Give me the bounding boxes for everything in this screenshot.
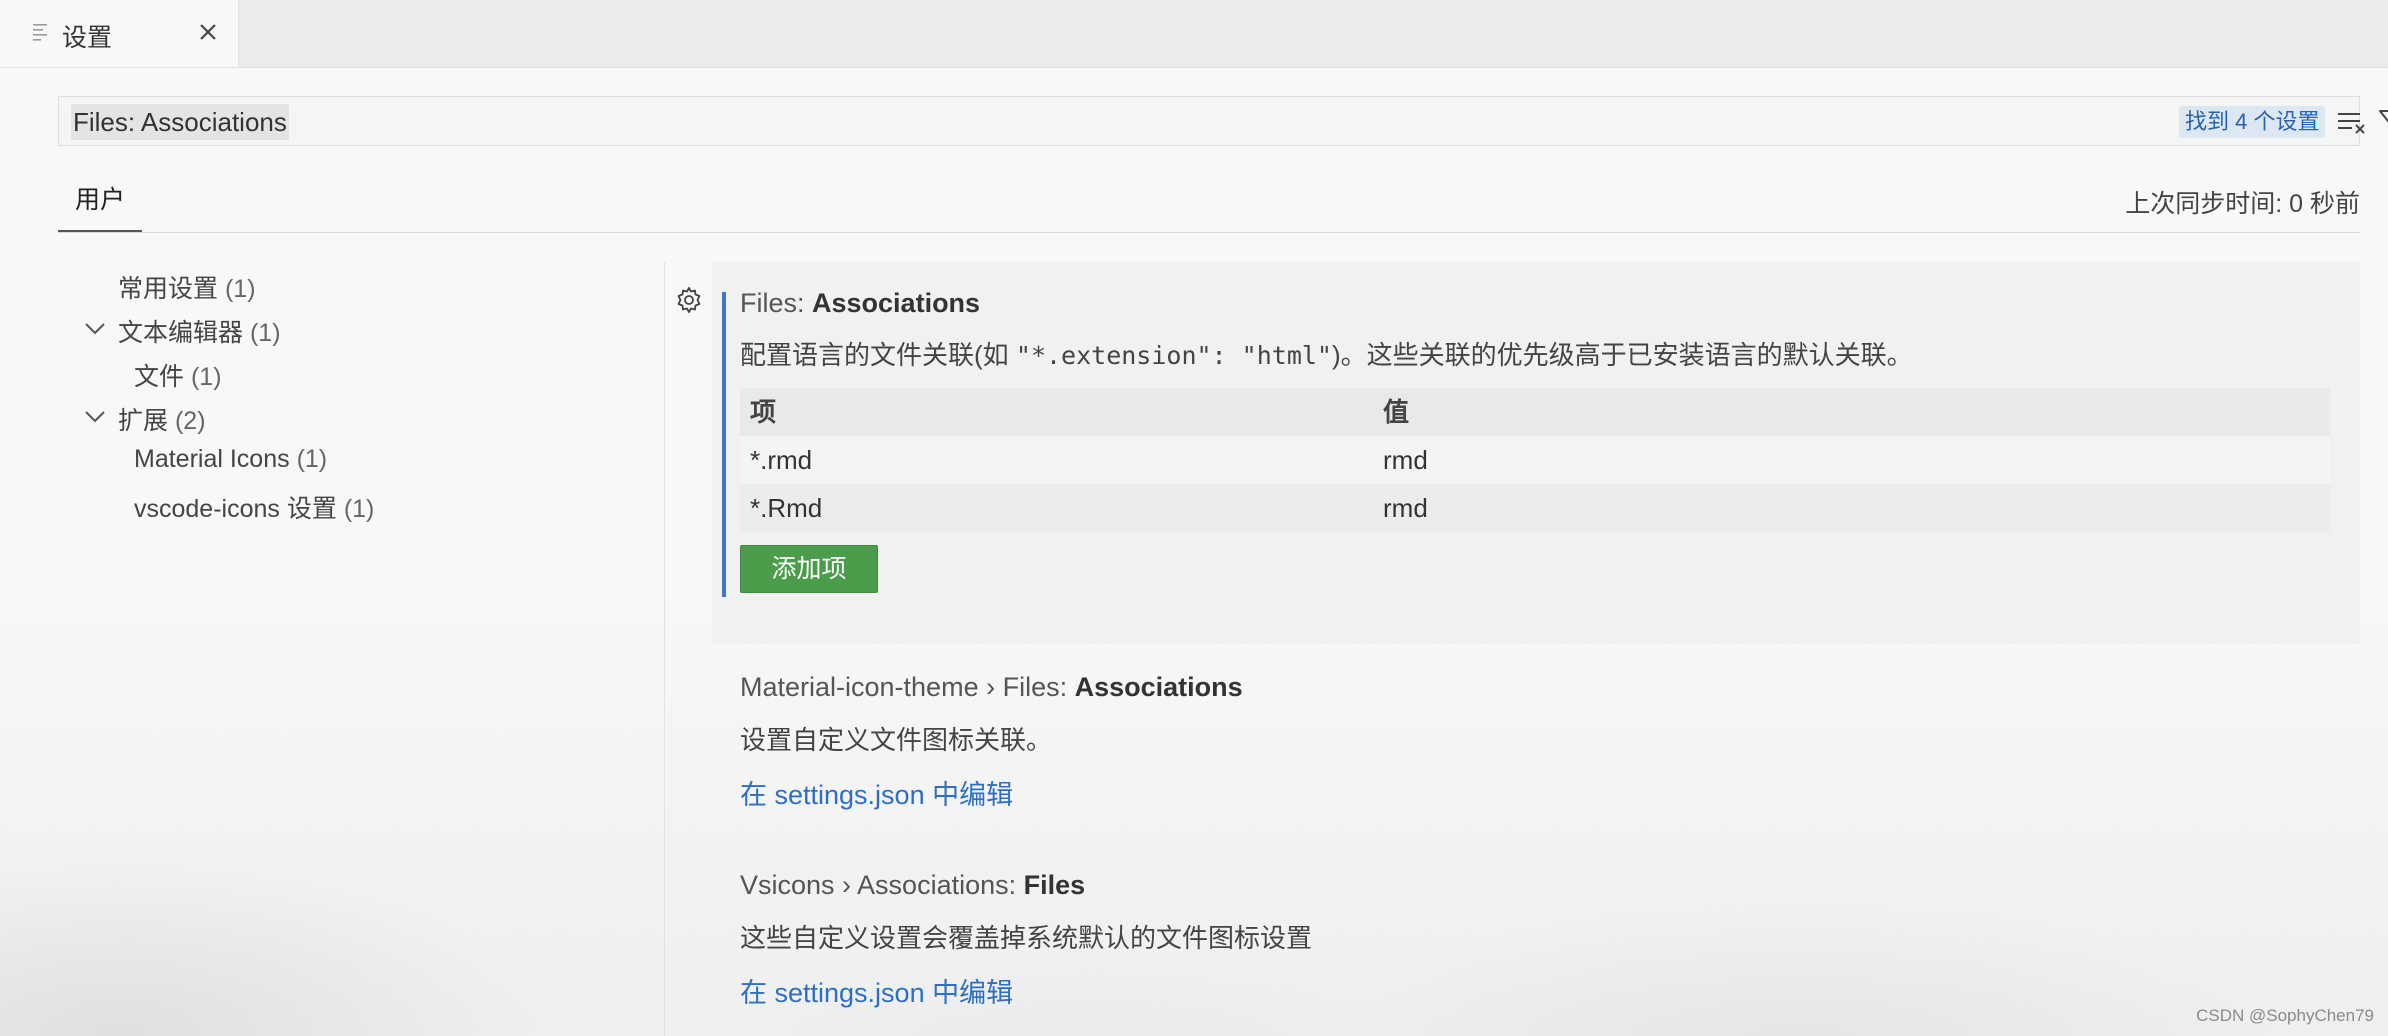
result-count-badge: 找到 4 个设置 (2179, 106, 2326, 138)
setting-description-vsicons: 这些自定义设置会覆盖掉系统默认的文件图标设置 (740, 923, 1313, 953)
edit-in-settings-json-link[interactable]: 在 settings.json 中编辑 (740, 971, 1013, 1010)
table-row[interactable]: *.rmd rmd (740, 436, 2330, 484)
desc-suffix: )。这些关联的优先级高于已安装语言的默认关联。 (1331, 340, 1913, 370)
settings-file-icon (33, 24, 47, 41)
toc-count: (1) (190, 363, 222, 391)
toc-item-material-icons[interactable]: Material Icons (1) (134, 445, 327, 474)
edit-in-settings-json-link[interactable]: 在 settings.json 中编辑 (740, 773, 1013, 812)
row-item: *.rmd (750, 445, 813, 475)
toc-label: Material Icons (134, 445, 290, 473)
toc-label: 常用设置 (118, 275, 219, 303)
toc-count: (1) (224, 275, 256, 303)
tab-title: 设置 (62, 24, 113, 52)
desc-code: "*.extension": "html" (1015, 341, 1332, 370)
setting-name: Files (1023, 870, 1086, 900)
toc-label: 文本编辑器 (118, 319, 244, 347)
column-header-value: 值 (1383, 397, 1410, 427)
search-input[interactable] (71, 103, 1771, 139)
editor-tab-bar: 设置 (0, 0, 2388, 68)
setting-title-material: Material-icon-theme › Files: Association… (740, 672, 1243, 703)
toc-count: (2) (174, 407, 206, 435)
chevron-down-icon[interactable] (84, 322, 106, 336)
row-item: *.Rmd (750, 493, 823, 523)
table-header: 项 值 (740, 388, 2330, 436)
toc-label: 文件 (134, 363, 185, 391)
filter-icon[interactable] (2377, 107, 2388, 137)
setting-name: Associations (1074, 672, 1243, 702)
gear-icon[interactable] (674, 285, 704, 315)
close-icon[interactable] (194, 18, 222, 46)
setting-description: 配置语言的文件关联(如 "*.extension": "html")。这些关联的… (740, 335, 1913, 372)
settings-search-box: Files: Associations 找到 4 个设置 (58, 96, 2388, 146)
settings-scope-bar: 用户 上次同步时间: 0 秒前 (58, 176, 2360, 233)
row-value: rmd (1383, 445, 1428, 475)
associations-table: 项 值 *.rmd rmd *.Rmd rmd (740, 388, 2330, 532)
toc-count: (1) (249, 319, 281, 347)
watermark: CSDN @SophyChen79 (2196, 1006, 2374, 1025)
toc-item-text-editor[interactable]: 文本编辑器 (1) (118, 313, 281, 349)
setting-category: Material-icon-theme › Files: (740, 672, 1075, 702)
settings-tab[interactable]: 设置 (0, 0, 239, 67)
table-row[interactable]: *.Rmd rmd (740, 484, 2330, 532)
setting-category: Vsicons › Associations: (740, 870, 1024, 900)
toc-label: vscode-icons 设置 (134, 495, 337, 523)
column-header-item: 项 (750, 397, 777, 427)
setting-name: Associations (812, 288, 981, 318)
setting-title-vsicons: Vsicons › Associations: Files (740, 870, 1085, 901)
focus-indicator (722, 292, 726, 597)
tab-user[interactable]: 用户 (58, 176, 142, 232)
row-value: rmd (1383, 493, 1428, 523)
toc-count: (1) (296, 445, 328, 473)
toc-label: 扩展 (118, 407, 169, 435)
toc-divider (664, 262, 665, 1036)
clear-search-icon[interactable] (2337, 108, 2367, 136)
chevron-down-icon[interactable] (84, 410, 106, 424)
add-item-button[interactable]: 添加项 (740, 545, 878, 593)
setting-category: Files: (740, 288, 813, 318)
toc-item-files[interactable]: 文件 (1) (134, 357, 222, 393)
toc-item-common[interactable]: 常用设置 (1) (118, 269, 256, 305)
sync-status: 上次同步时间: 0 秒前 (2125, 190, 2360, 218)
setting-description-material: 设置自定义文件图标关联。 (740, 725, 1053, 755)
toc-item-extensions[interactable]: 扩展 (2) (118, 401, 206, 437)
toc-item-vscode-icons[interactable]: vscode-icons 设置 (1) (134, 489, 374, 525)
desc-prefix: 配置语言的文件关联(如 (740, 340, 1016, 370)
toc-count: (1) (343, 495, 375, 523)
setting-title: Files: Associations (740, 288, 980, 319)
